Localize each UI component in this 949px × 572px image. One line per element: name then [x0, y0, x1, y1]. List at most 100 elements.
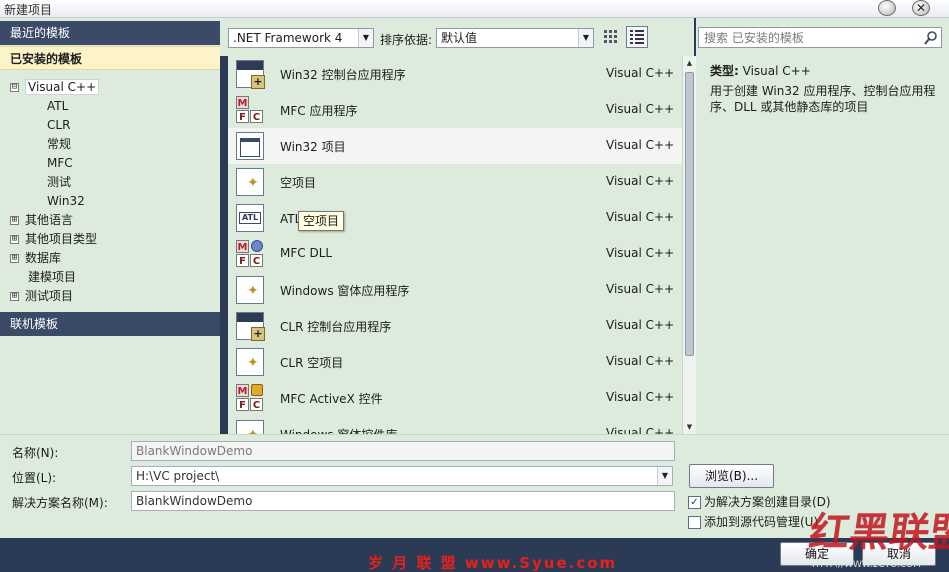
- template-toolbar: .NET Framework 4 ▼ 排序依据: 默认值 ▼: [220, 18, 694, 56]
- source-control-checkbox[interactable]: [688, 516, 701, 529]
- template-list[interactable]: + Win32 控制台应用程序 Visual C++ MFC MFC 应用程序 …: [228, 56, 682, 434]
- tree-item-label: 其他语言: [25, 213, 74, 227]
- template-row[interactable]: + Win32 控制台应用程序 Visual C++: [228, 56, 682, 92]
- tree-item-test[interactable]: 测试: [47, 173, 71, 192]
- tree-item-clr[interactable]: CLR: [47, 116, 70, 135]
- installed-templates-header[interactable]: 已安装的模板: [0, 46, 220, 70]
- name-field[interactable]: BlankWindowDemo: [131, 441, 675, 461]
- chevron-down-icon[interactable]: ▼: [657, 467, 672, 485]
- template-name: CLR 空项目: [280, 356, 344, 370]
- tree-item-win32[interactable]: Win32: [47, 192, 85, 211]
- list-view-icon: [630, 30, 644, 44]
- chevron-down-icon[interactable]: ▼: [578, 29, 593, 47]
- scrollbar-thumb[interactable]: [685, 72, 694, 356]
- template-language: Visual C++: [606, 246, 675, 260]
- template-type: 类型: Visual C++: [710, 62, 811, 79]
- close-button[interactable]: ✕: [912, 0, 930, 16]
- forms-icon: ✦: [236, 276, 264, 304]
- forms-icon: ✦: [236, 420, 264, 434]
- search-input[interactable]: [699, 28, 919, 47]
- window-icon: [236, 132, 264, 160]
- framework-select[interactable]: .NET Framework 4 ▼: [228, 28, 374, 48]
- tooltip: 空项目: [298, 211, 345, 231]
- location-field[interactable]: H:\VC project\ ▼: [131, 466, 673, 486]
- search-icon[interactable]: [923, 30, 939, 46]
- template-name: MFC DLL: [280, 246, 333, 260]
- list-view-button[interactable]: [626, 26, 648, 48]
- create-directory-option[interactable]: ✓ 为解决方案创建目录(D): [688, 493, 831, 510]
- tree-item-other-project-types[interactable]: ⊞ 其他项目类型: [10, 230, 97, 249]
- tree-item-other-languages[interactable]: ⊞ 其他语言: [10, 211, 73, 230]
- tree-item-modeling-projects[interactable]: 建模项目: [28, 268, 76, 287]
- type-label: 类型:: [710, 64, 739, 78]
- template-row[interactable]: ✦ CLR 空项目 Visual C++: [228, 344, 682, 380]
- tree-item-test-projects[interactable]: ⊞ 测试项目: [10, 287, 73, 306]
- tree-item-database[interactable]: ⊞ 数据库: [10, 249, 61, 268]
- tree-item-general[interactable]: 常规: [47, 135, 71, 154]
- empty-project-icon: ✦: [236, 348, 264, 376]
- template-language: Visual C++: [606, 282, 675, 296]
- location-value: H:\VC project\: [136, 469, 220, 483]
- solution-name-field[interactable]: BlankWindowDemo: [131, 491, 675, 511]
- url-watermark: HTTP://WWW.2CTO.COM: [812, 560, 921, 570]
- sort-label: 排序依据:: [380, 33, 433, 47]
- console-icon: +: [236, 60, 265, 89]
- expand-icon[interactable]: ⊞: [10, 235, 19, 244]
- tree-item-mfc[interactable]: MFC: [47, 154, 73, 173]
- template-row-selected[interactable]: Win32 项目 Visual C++: [228, 128, 682, 164]
- template-name: MFC 应用程序: [280, 104, 358, 118]
- solution-name-label: 解决方案名称(M):: [12, 496, 108, 510]
- tree-item-visual-cpp[interactable]: ⊟ Visual C++: [10, 78, 100, 97]
- mfc-dll-icon: MFC: [236, 240, 264, 268]
- mfc-icon: MFC: [236, 96, 264, 124]
- template-list-scrollbar[interactable]: ▲ ▼: [682, 56, 696, 434]
- small-icons-view-button[interactable]: [600, 26, 622, 48]
- tree-item-label: Visual C++: [25, 79, 100, 95]
- tree-item-label: 测试项目: [25, 289, 74, 303]
- small-icons-icon: [604, 30, 617, 43]
- template-language: Visual C++: [606, 102, 675, 116]
- template-row[interactable]: ATL ATL 项目 Visual C++: [228, 200, 682, 236]
- template-row[interactable]: MFC MFC ActiveX 控件 Visual C++: [228, 380, 682, 416]
- logo-watermark: 红黑联盟: [806, 509, 949, 556]
- window-title: 新建项目: [4, 3, 53, 17]
- template-row[interactable]: + CLR 控制台应用程序 Visual C++: [228, 308, 682, 344]
- template-language: Visual C++: [606, 390, 675, 404]
- atl-icon: ATL: [236, 204, 264, 232]
- source-control-option[interactable]: 添加到源代码管理(U): [688, 513, 818, 530]
- framework-value: .NET Framework 4: [233, 31, 343, 45]
- template-row[interactable]: MFC MFC DLL Visual C++: [228, 236, 682, 272]
- scroll-up-icon[interactable]: ▲: [683, 56, 696, 70]
- expand-icon[interactable]: ⊞: [10, 216, 19, 225]
- location-label: 位置(L):: [12, 471, 57, 485]
- template-row[interactable]: ✦ 空项目 Visual C++: [228, 164, 682, 200]
- template-name: Win32 控制台应用程序: [280, 68, 406, 82]
- online-templates-header[interactable]: 联机模板: [0, 312, 220, 336]
- template-language: Visual C++: [606, 210, 675, 224]
- create-directory-checkbox[interactable]: ✓: [688, 496, 701, 509]
- chevron-down-icon[interactable]: ▼: [358, 29, 373, 47]
- search-box[interactable]: [698, 27, 942, 48]
- template-name: Windows 窗体应用程序: [280, 284, 410, 298]
- sort-value: 默认值: [441, 31, 478, 45]
- template-language: Visual C++: [606, 426, 675, 434]
- template-description-pane: 类型: Visual C++ 用于创建 Win32 应用程序、控制台应用程序、D…: [696, 18, 949, 434]
- browse-button[interactable]: 浏览(B)...: [689, 464, 774, 488]
- name-label: 名称(N):: [12, 446, 59, 460]
- mfc-activex-icon: MFC: [236, 384, 264, 412]
- template-row[interactable]: MFC MFC 应用程序 Visual C++: [228, 92, 682, 128]
- template-name: Win32 项目: [280, 140, 346, 154]
- template-row[interactable]: ✦ Windows 窗体应用程序 Visual C++: [228, 272, 682, 308]
- template-language: Visual C++: [606, 66, 675, 80]
- tree-item-atl[interactable]: ATL: [47, 97, 68, 116]
- collapse-icon[interactable]: ⊟: [10, 83, 19, 92]
- scroll-down-icon[interactable]: ▼: [683, 420, 696, 434]
- expand-icon[interactable]: ⊞: [10, 292, 19, 301]
- expand-icon[interactable]: ⊞: [10, 254, 19, 263]
- recent-templates-header[interactable]: 最近的模板: [0, 21, 220, 45]
- template-row[interactable]: ✦ Windows 窗体控件库 Visual C++: [228, 416, 682, 434]
- help-button[interactable]: [878, 0, 896, 16]
- template-name: Windows 窗体控件库: [280, 426, 397, 434]
- sort-select[interactable]: 默认值 ▼: [436, 28, 594, 48]
- type-value: Visual C++: [742, 64, 811, 78]
